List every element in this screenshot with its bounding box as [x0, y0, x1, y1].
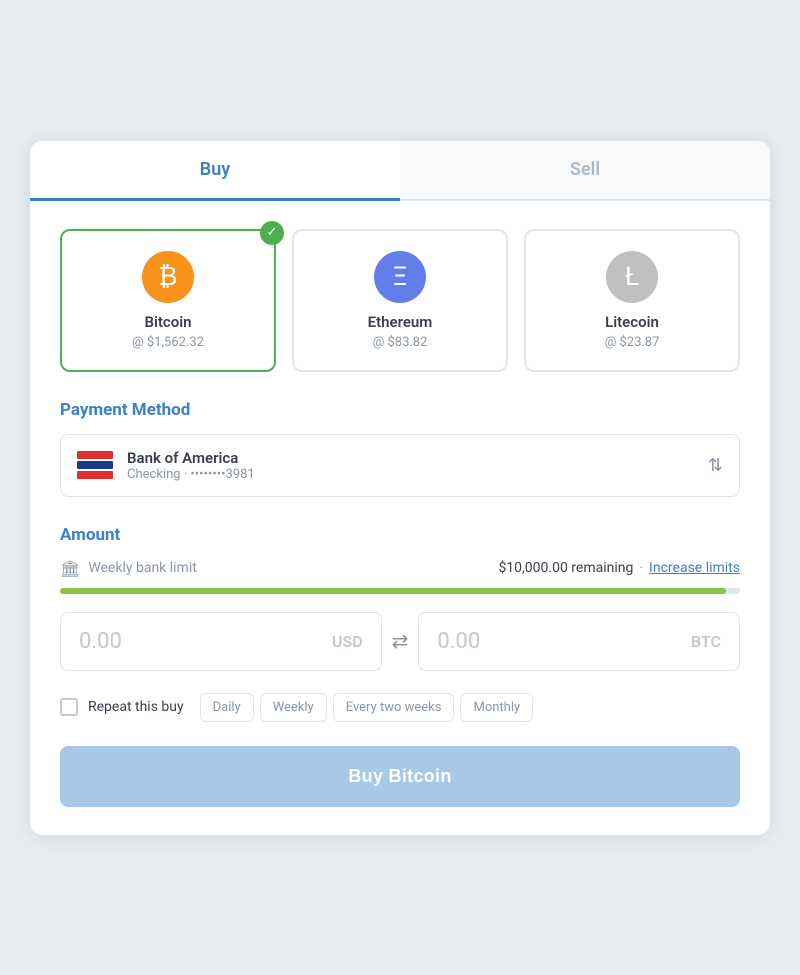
tab-bar: Buy Sell: [30, 141, 770, 201]
crypto-grid: ✓ ₿ Bitcoin @ $1,562.32 Ξ Ethereum @ $83…: [60, 229, 740, 372]
usd-input-box[interactable]: 0.00 USD: [60, 612, 382, 671]
swap-icon[interactable]: ⇄: [392, 629, 409, 653]
payment-method-label: Payment Method: [60, 400, 740, 420]
tab-buy[interactable]: Buy: [30, 141, 400, 201]
usd-amount-value[interactable]: 0.00: [79, 629, 332, 654]
main-card: Buy Sell ✓ ₿ Bitcoin @ $1,562.32 Ξ Ether…: [30, 141, 770, 835]
limit-separator: ·: [639, 560, 643, 576]
chevron-updown-icon: ⇅: [708, 455, 723, 476]
repeat-option-monthly[interactable]: Monthly: [460, 693, 533, 722]
bank-info: Bank of America Checking · ••••••••3981: [127, 449, 708, 482]
btc-icon: ₿: [142, 251, 194, 303]
repeat-options: Daily Weekly Every two weeks Monthly: [200, 693, 534, 722]
btc-currency-label: BTC: [691, 632, 721, 651]
selected-check-icon: ✓: [260, 221, 284, 245]
tab-sell[interactable]: Sell: [400, 141, 770, 199]
repeat-buy-row: Repeat this buy Daily Weekly Every two w…: [60, 693, 740, 722]
btc-price: @ $1,562.32: [78, 335, 258, 350]
bank-of-america-logo: [77, 451, 113, 479]
repeat-label: Repeat this buy: [88, 699, 184, 715]
buy-button[interactable]: Buy Bitcoin: [60, 746, 740, 807]
repeat-option-daily[interactable]: Daily: [200, 693, 254, 722]
ltc-icon: Ł: [606, 251, 658, 303]
progress-fill: [60, 588, 726, 594]
content-area: ✓ ₿ Bitcoin @ $1,562.32 Ξ Ethereum @ $83…: [30, 201, 770, 835]
usd-currency-label: USD: [332, 632, 363, 651]
eth-icon: Ξ: [374, 251, 426, 303]
crypto-card-ltc[interactable]: Ł Litecoin @ $23.87: [524, 229, 740, 372]
bank-detail: Checking · ••••••••3981: [127, 467, 708, 482]
limit-value: $10,000.00 remaining: [498, 560, 633, 576]
crypto-card-eth[interactable]: Ξ Ethereum @ $83.82: [292, 229, 508, 372]
repeat-option-weekly[interactable]: Weekly: [260, 693, 327, 722]
eth-price: @ $83.82: [310, 335, 490, 350]
repeat-checkbox[interactable]: [60, 698, 78, 716]
limit-progress-bar: [60, 588, 740, 594]
amount-inputs-row: 0.00 USD ⇄ 0.00 BTC: [60, 612, 740, 671]
btc-name: Bitcoin: [78, 313, 258, 331]
btc-amount-value[interactable]: 0.00: [437, 629, 691, 654]
bank-limit-icon: 🏛: [60, 559, 80, 578]
limit-label: Weekly bank limit: [88, 560, 498, 576]
btc-input-box[interactable]: 0.00 BTC: [418, 612, 740, 671]
amount-section-label: Amount: [60, 525, 740, 545]
payment-method-selector[interactable]: Bank of America Checking · ••••••••3981 …: [60, 434, 740, 497]
increase-limits-link[interactable]: Increase limits: [649, 560, 740, 576]
ltc-name: Litecoin: [542, 313, 722, 331]
crypto-card-btc[interactable]: ✓ ₿ Bitcoin @ $1,562.32: [60, 229, 276, 372]
bank-name: Bank of America: [127, 449, 708, 467]
ltc-price: @ $23.87: [542, 335, 722, 350]
repeat-option-biweekly[interactable]: Every two weeks: [333, 693, 455, 722]
eth-name: Ethereum: [310, 313, 490, 331]
limit-row: 🏛 Weekly bank limit $10,000.00 remaining…: [60, 559, 740, 578]
